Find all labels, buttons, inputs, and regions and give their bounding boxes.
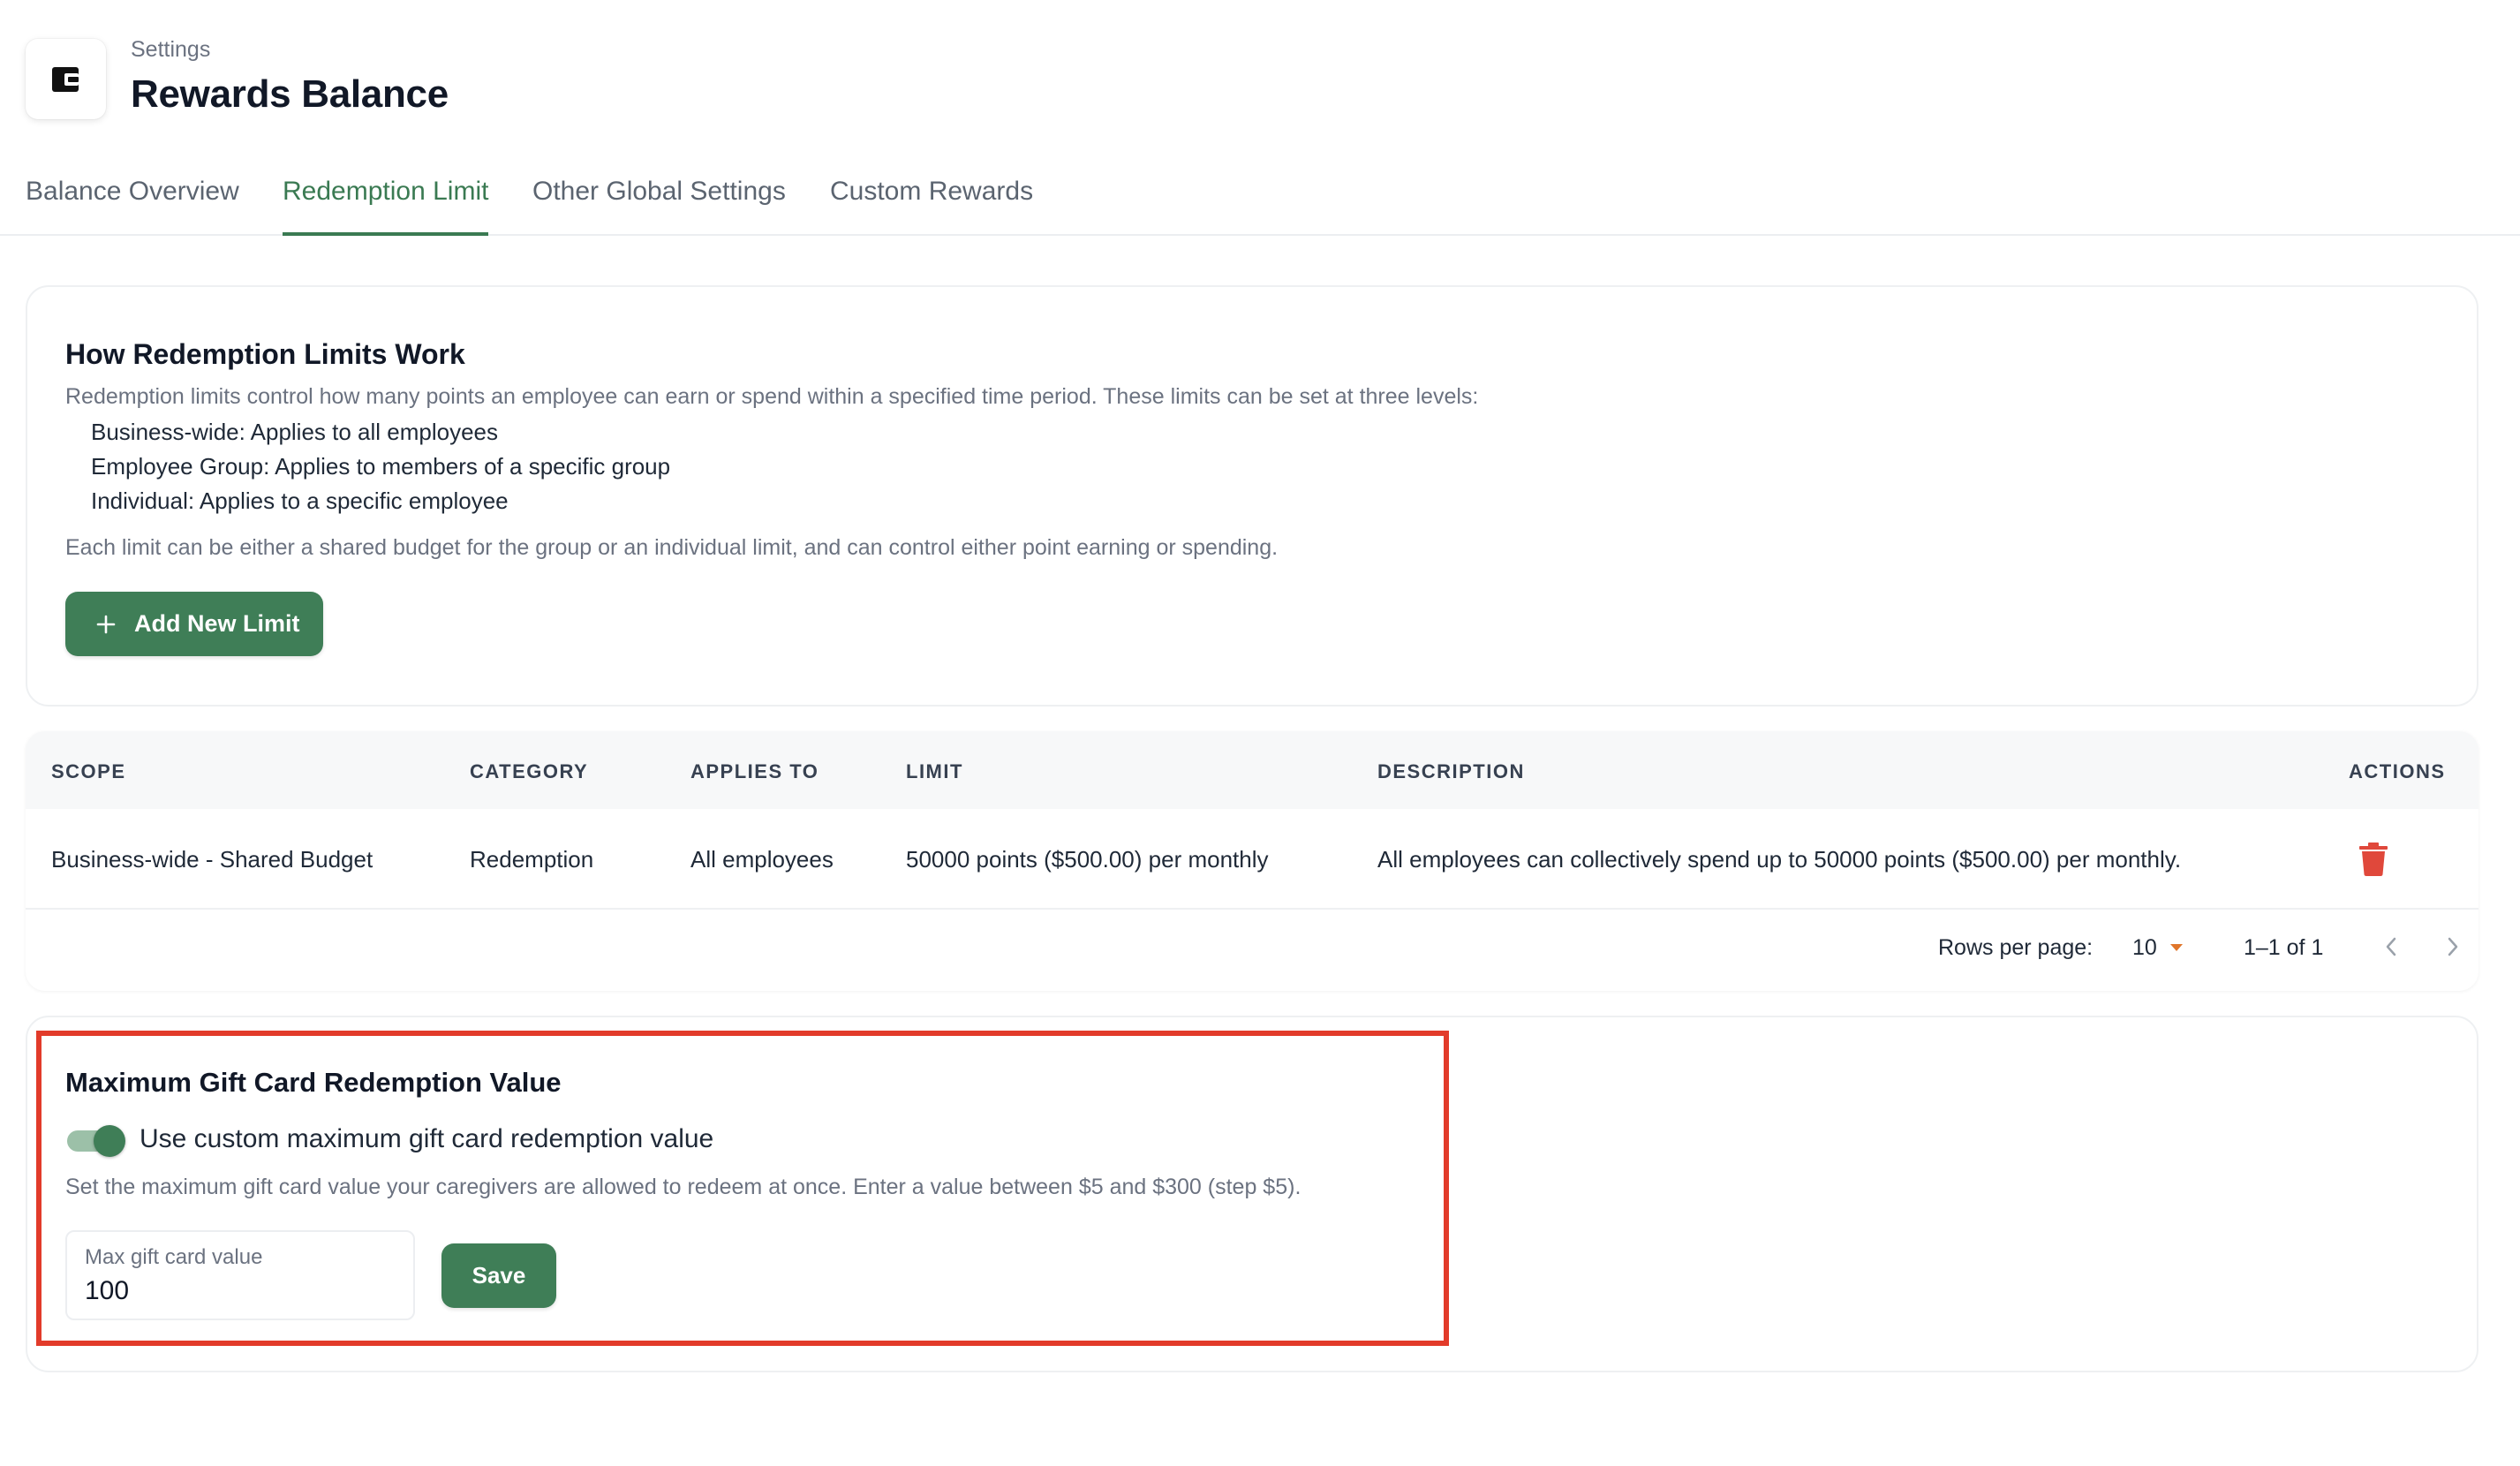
toggle-thumb (94, 1125, 125, 1157)
rows-per-page-select[interactable]: 10 (2132, 932, 2184, 963)
tab-balance-overview[interactable]: Balance Overview (26, 177, 239, 236)
custom-max-toggle[interactable] (65, 1125, 125, 1157)
add-new-limit-label: Add New Limit (134, 610, 300, 637)
column-header-applies-to: APPLIES TO (690, 760, 819, 782)
rows-per-page-value: 10 (2132, 934, 2157, 960)
column-header-actions: ACTIONS (2349, 760, 2446, 782)
column-header-description: DESCRIPTION (1377, 760, 1525, 782)
save-button[interactable]: Save (441, 1243, 556, 1308)
table-row: Business-wide - Shared Budget Redemption… (26, 809, 2479, 910)
level-individual: Individual: Applies to a specific employ… (91, 487, 509, 514)
breadcrumb[interactable]: Settings (131, 37, 210, 63)
info-description: Redemption limits control how many point… (65, 384, 1479, 409)
cell-scope: Business-wide - Shared Budget (51, 846, 373, 873)
wallet-icon (51, 66, 79, 92)
limits-table: SCOPE CATEGORY APPLIES TO LIMIT DESCRIPT… (26, 731, 2479, 991)
table-header: SCOPE CATEGORY APPLIES TO LIMIT DESCRIPT… (26, 731, 2479, 809)
tab-redemption-limit[interactable]: Redemption Limit (283, 177, 489, 236)
column-header-limit: LIMIT (906, 760, 963, 782)
delete-icon[interactable] (2358, 843, 2388, 876)
gift-card-title: Maximum Gift Card Redemption Value (65, 1067, 562, 1098)
info-title: How Redemption Limits Work (65, 338, 465, 370)
level-employee-group: Employee Group: Applies to members of a … (91, 453, 671, 480)
tab-bar: Balance Overview Redemption Limit Other … (0, 168, 2520, 236)
custom-max-toggle-label[interactable]: Use custom maximum gift card redemption … (140, 1124, 713, 1154)
info-note: Each limit can be either a shared budget… (65, 535, 1279, 560)
max-gift-card-value-field[interactable]: Max gift card value (65, 1230, 415, 1320)
chevron-right-icon (2448, 937, 2458, 956)
max-gift-card-value-input[interactable] (85, 1276, 385, 1306)
page-title: Rewards Balance (131, 72, 449, 116)
plus-icon (96, 615, 116, 633)
max-gift-card-value-label: Max gift card value (85, 1245, 263, 1269)
tab-other-global-settings[interactable]: Other Global Settings (532, 177, 786, 236)
column-header-category: CATEGORY (470, 760, 589, 782)
cell-limit: 50000 points ($500.00) per monthly (906, 846, 1269, 873)
info-card: How Redemption Limits Work Redemption li… (26, 285, 2479, 707)
cell-category: Redemption (470, 846, 594, 873)
column-header-scope: SCOPE (51, 760, 126, 782)
pagination-range: 1–1 of 1 (2244, 935, 2324, 960)
app-icon (26, 39, 106, 119)
gift-card-description: Set the maximum gift card value your car… (65, 1175, 1301, 1199)
chevron-left-icon (2386, 937, 2396, 956)
tab-custom-rewards[interactable]: Custom Rewards (830, 177, 1033, 236)
cell-applies-to: All employees (690, 846, 834, 873)
cell-description: All employees can collectively spend up … (1377, 846, 2182, 873)
previous-page-button[interactable] (2373, 929, 2409, 964)
caret-down-icon (2169, 944, 2183, 951)
level-business-wide: Business-wide: Applies to all employees (91, 419, 499, 445)
add-new-limit-button[interactable]: Add New Limit (65, 592, 323, 656)
next-page-button[interactable] (2435, 929, 2471, 964)
rows-per-page-label: Rows per page: (1938, 935, 2094, 960)
